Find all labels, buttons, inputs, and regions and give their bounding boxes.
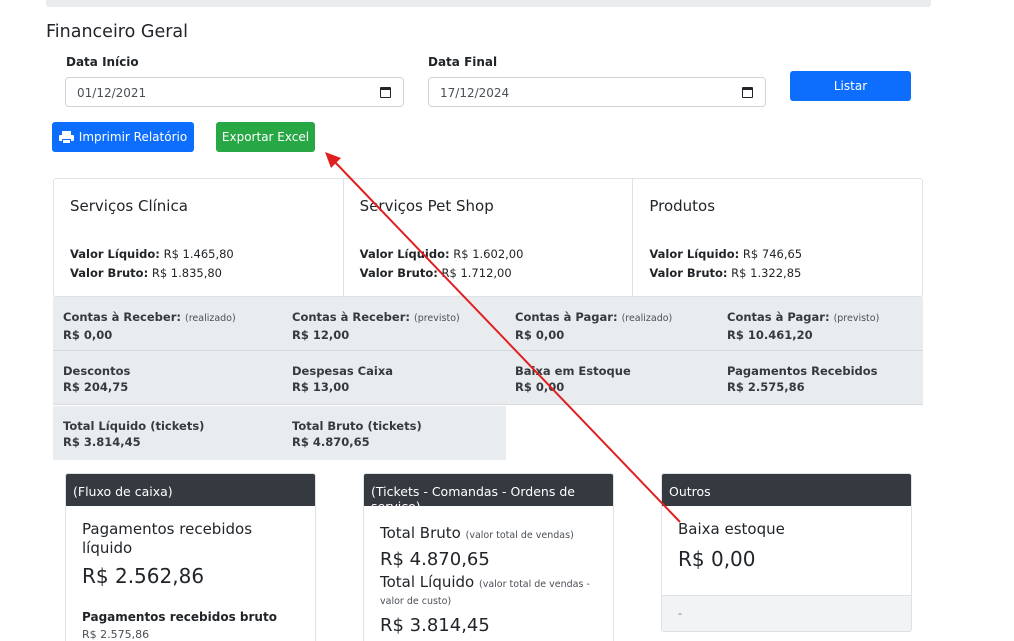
summary-label: Valor Bruto: [70,266,149,280]
card-value: R$ 0,00 [678,547,756,571]
arrow-head [325,152,341,168]
stat-label: Pagamentos Recebidos [727,364,878,378]
card-label: Baixa estoque [678,520,785,538]
summary-value: R$ 746,65 [742,247,803,261]
stat-value: R$ 13,00 [292,380,350,394]
stat-value: R$ 4.870,65 [292,435,370,449]
stat-cell: Baixa em Estoque R$ 0,00 [505,351,717,404]
stat-cell: Contas à Pagar: (previsto) R$ 10.461,20 [717,297,923,350]
card-value: R$ 3.814,45 [380,615,490,636]
calendar-icon[interactable] [380,87,391,98]
summary-value: R$ 1.465,80 [163,247,234,261]
end-date-label: Data Final [428,55,498,69]
stats-row: Contas à Receber: (realizado) R$ 0,00 Co… [53,297,923,351]
calendar-icon[interactable] [742,87,753,98]
stat-label: Contas à Pagar: [727,310,830,324]
stat-cell: Total Líquido (tickets) R$ 3.814,45 [53,406,282,460]
stat-cell: Despesas Caixa R$ 13,00 [282,351,505,404]
stat-note: (realizado) [621,313,673,324]
card-value: R$ 2.562,86 [82,564,205,588]
card-label: Total Líquido [380,573,475,591]
stat-value: R$ 2.575,86 [727,380,805,394]
print-report-button[interactable]: Imprimir Relatório [52,122,194,152]
summary-value: R$ 1.602,00 [453,247,524,261]
stat-value: R$ 0,00 [63,328,113,342]
stat-note: (realizado) [185,313,236,324]
tickets-card: (Tickets - Comandas - Ordens de serviço)… [363,473,614,641]
stats-row-totals: Total Líquido (tickets) R$ 3.814,45 Tota… [53,406,506,460]
stat-cell: Contas à Receber: (previsto) R$ 12,00 [282,297,505,350]
list-button[interactable]: Listar [790,71,911,101]
stat-cell: Pagamentos Recebidos R$ 2.575,86 [717,351,923,404]
card-note: (valor total de vendas) [465,530,574,541]
page-title: Financeiro Geral [46,22,188,42]
summary-value: R$ 1.712,00 [441,266,512,280]
summary-label: Valor Líquido: [649,247,740,261]
stat-note: (previsto) [833,313,880,324]
card-label: Total Bruto [380,524,461,542]
stat-label: Descontos [63,364,131,378]
stat-cell: Total Bruto (tickets) R$ 4.870,65 [282,406,506,460]
cash-flow-card: (Fluxo de caixa) Pagamentos recebidos lí… [65,473,316,641]
summary-value: R$ 1.322,85 [731,266,802,280]
summary-petshop: Serviços Pet Shop Valor Líquido: R$ 1.60… [344,179,634,296]
card-header: (Tickets - Comandas - Ordens de serviço) [364,474,613,514]
stat-label: Contas à Receber: [63,310,181,324]
card-header: (Fluxo de caixa) [66,474,315,506]
printer-icon [58,130,74,144]
stat-label: Contas à Receber: [292,310,410,324]
stat-value: R$ 12,00 [292,328,350,342]
summary-products: Produtos Valor Líquido: R$ 746,65 Valor … [633,179,922,296]
stat-label: Total Líquido (tickets) [63,419,205,433]
top-bar [46,0,931,7]
start-date-input[interactable]: 01/12/2021 [65,77,404,107]
summary-title: Produtos [649,197,716,215]
stat-note: (previsto) [414,313,460,324]
card-footer: - [662,595,911,631]
print-report-label: Imprimir Relatório [78,130,188,144]
end-date-value: 17/12/2024 [440,86,510,100]
start-date-value: 01/12/2021 [77,86,147,100]
summary-label: Valor Bruto: [359,266,438,280]
summary-panel: Serviços Clínica Valor Líquido: R$ 1.465… [53,178,923,297]
stat-value: R$ 3.814,45 [63,435,141,449]
card-sublabel: Pagamentos recebidos bruto [82,610,277,624]
export-excel-button[interactable]: Exportar Excel [216,122,315,152]
stat-label: Baixa em Estoque [515,364,631,378]
stat-cell: Descontos R$ 204,75 [53,351,282,404]
stat-cell: Contas à Receber: (realizado) R$ 0,00 [53,297,282,350]
stats-grid: Contas à Receber: (realizado) R$ 0,00 Co… [53,297,923,405]
summary-label: Valor Líquido: [70,247,160,261]
summary-value: R$ 1.835,80 [151,266,223,280]
stat-cell: Contas à Pagar: (realizado) R$ 0,00 [505,297,717,350]
stat-label: Contas à Pagar: [515,310,618,324]
summary-clinic: Serviços Clínica Valor Líquido: R$ 1.465… [54,179,344,296]
summary-label: Valor Líquido: [359,247,450,261]
card-header: Outros [662,474,911,506]
stat-value: R$ 204,75 [63,380,129,394]
summary-label: Valor Bruto: [649,266,728,280]
stat-value: R$ 0,00 [515,380,565,394]
stat-value: R$ 10.461,20 [727,328,813,342]
stats-row: Descontos R$ 204,75 Despesas Caixa R$ 13… [53,351,923,405]
summary-title: Serviços Clínica [70,197,188,215]
stat-label: Despesas Caixa [292,364,393,378]
stat-value: R$ 0,00 [515,328,565,342]
card-label: Pagamentos recebidos líquido [82,520,253,557]
card-value: R$ 4.870,65 [380,549,490,570]
summary-title: Serviços Pet Shop [359,197,494,215]
others-card: Outros Baixa estoque R$ 0,00 - [661,473,912,632]
card-subvalue: R$ 2.575,86 [82,628,150,641]
end-date-input[interactable]: 17/12/2024 [428,77,766,107]
stat-label: Total Bruto (tickets) [292,419,422,433]
start-date-label: Data Início [66,55,139,69]
